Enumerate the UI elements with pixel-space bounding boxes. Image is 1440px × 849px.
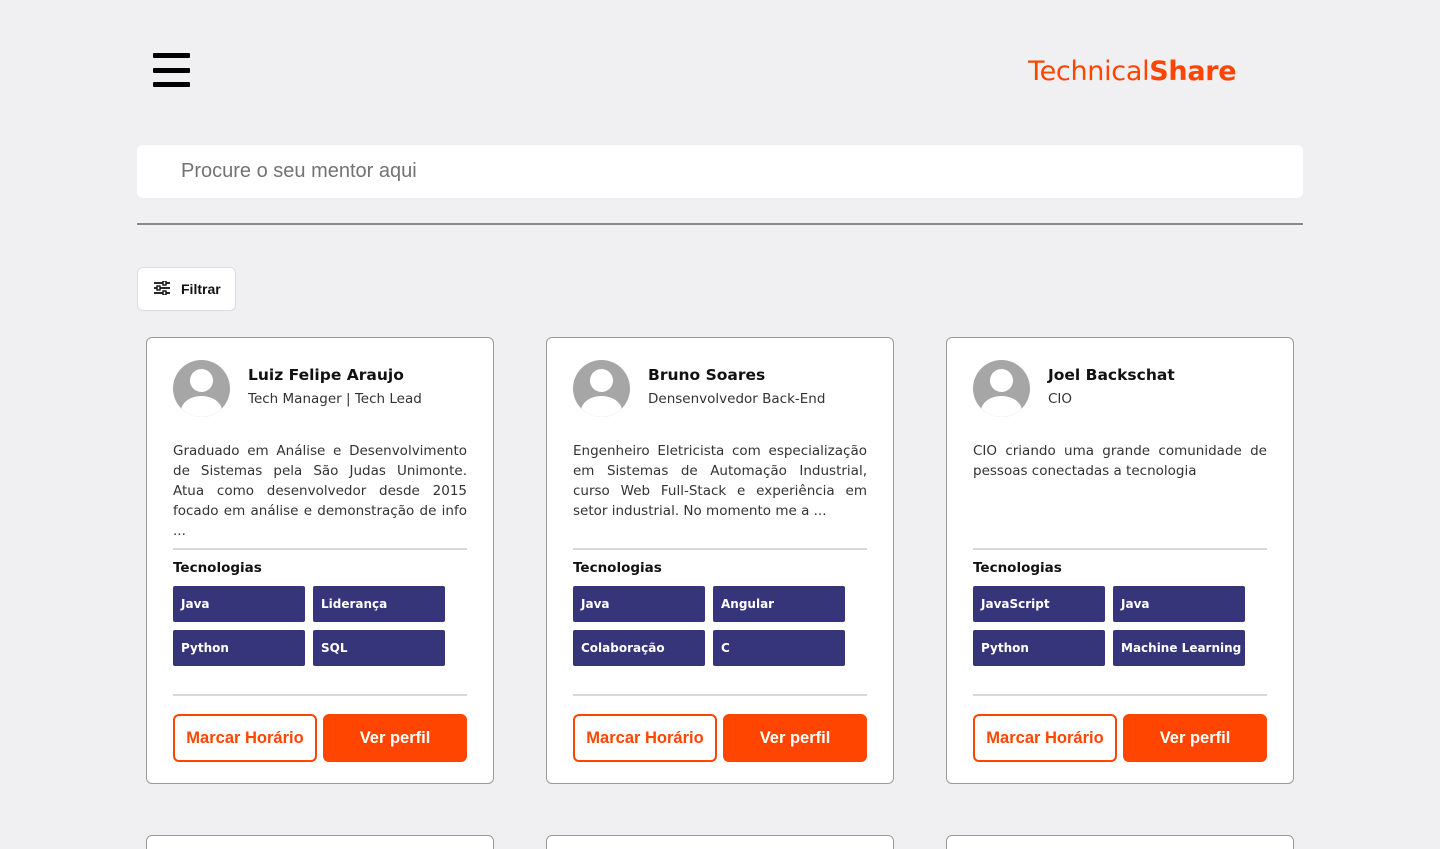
logo-text-light: Technical <box>1028 56 1150 87</box>
tech-tag[interactable]: Angular <box>713 586 845 622</box>
mentor-card-partial <box>546 835 894 849</box>
tech-tag[interactable]: Python <box>173 630 305 666</box>
view-profile-button[interactable]: Ver perfil <box>1123 714 1267 762</box>
card-divider <box>573 694 867 696</box>
schedule-button[interactable]: Marcar Horário <box>973 714 1117 762</box>
technologies-heading: Tecnologias <box>573 560 662 576</box>
mentor-card: Luiz Felipe Araujo Tech Manager | Tech L… <box>146 337 494 784</box>
mentor-role: CIO <box>1048 391 1073 407</box>
card-divider <box>573 548 867 550</box>
mentor-description: Engenheiro Eletricista com especializaçã… <box>573 443 867 519</box>
tech-tag[interactable]: Colaboração <box>573 630 705 666</box>
filter-button[interactable]: Filtrar <box>137 267 236 311</box>
mentor-role: Densenvolvedor Back-End <box>648 391 826 407</box>
mentor-card: Joel Backschat CIO CIO criando uma grand… <box>946 337 1294 784</box>
card-divider <box>973 694 1267 696</box>
card-divider <box>173 548 467 550</box>
search-input[interactable] <box>137 145 1303 198</box>
avatar <box>173 360 230 417</box>
mentor-card-partial <box>946 835 1294 849</box>
tech-tag[interactable]: Python <box>973 630 1105 666</box>
avatar <box>973 360 1030 417</box>
schedule-button[interactable]: Marcar Horário <box>573 714 717 762</box>
tech-tag[interactable]: C <box>713 630 845 666</box>
card-divider <box>973 548 1267 550</box>
tag-list: Java Liderança Python SQL <box>173 586 453 666</box>
mentor-description: CIO criando uma grande comunidade de pes… <box>973 443 1267 479</box>
tech-tag[interactable]: Liderança <box>313 586 445 622</box>
mentor-card-partial <box>146 835 494 849</box>
view-profile-button[interactable]: Ver perfil <box>723 714 867 762</box>
divider <box>137 223 1303 225</box>
tech-tag[interactable]: Machine Learning <box>1113 630 1245 666</box>
tech-tag[interactable]: JavaScript <box>973 586 1105 622</box>
technologies-heading: Tecnologias <box>973 560 1062 576</box>
tech-tag[interactable]: Java <box>1113 586 1245 622</box>
mentor-role: Tech Manager | Tech Lead <box>248 391 422 407</box>
mentor-description: Graduado em Análise e Desenvolvimento de… <box>173 443 467 539</box>
mentor-name: Joel Backschat <box>1048 366 1175 384</box>
tech-tag[interactable]: Java <box>173 586 305 622</box>
technologies-heading: Tecnologias <box>173 560 262 576</box>
view-profile-button[interactable]: Ver perfil <box>323 714 467 762</box>
tag-list: Java Angular Colaboração C <box>573 586 853 666</box>
avatar <box>573 360 630 417</box>
mentor-name: Luiz Felipe Araujo <box>248 366 404 384</box>
hamburger-menu-icon[interactable] <box>153 53 190 87</box>
tag-list: JavaScript Java Python Machine Learning <box>973 586 1253 666</box>
filter-label: Filtrar <box>181 281 221 297</box>
logo: TechnicalShare <box>1028 56 1237 87</box>
card-divider <box>173 694 467 696</box>
schedule-button[interactable]: Marcar Horário <box>173 714 317 762</box>
mentor-name: Bruno Soares <box>648 366 766 384</box>
mentor-card: Bruno Soares Densenvolvedor Back-End Eng… <box>546 337 894 784</box>
sliders-icon <box>154 279 170 298</box>
tech-tag[interactable]: SQL <box>313 630 445 666</box>
tech-tag[interactable]: Java <box>573 586 705 622</box>
logo-text-bold: Share <box>1149 56 1237 87</box>
